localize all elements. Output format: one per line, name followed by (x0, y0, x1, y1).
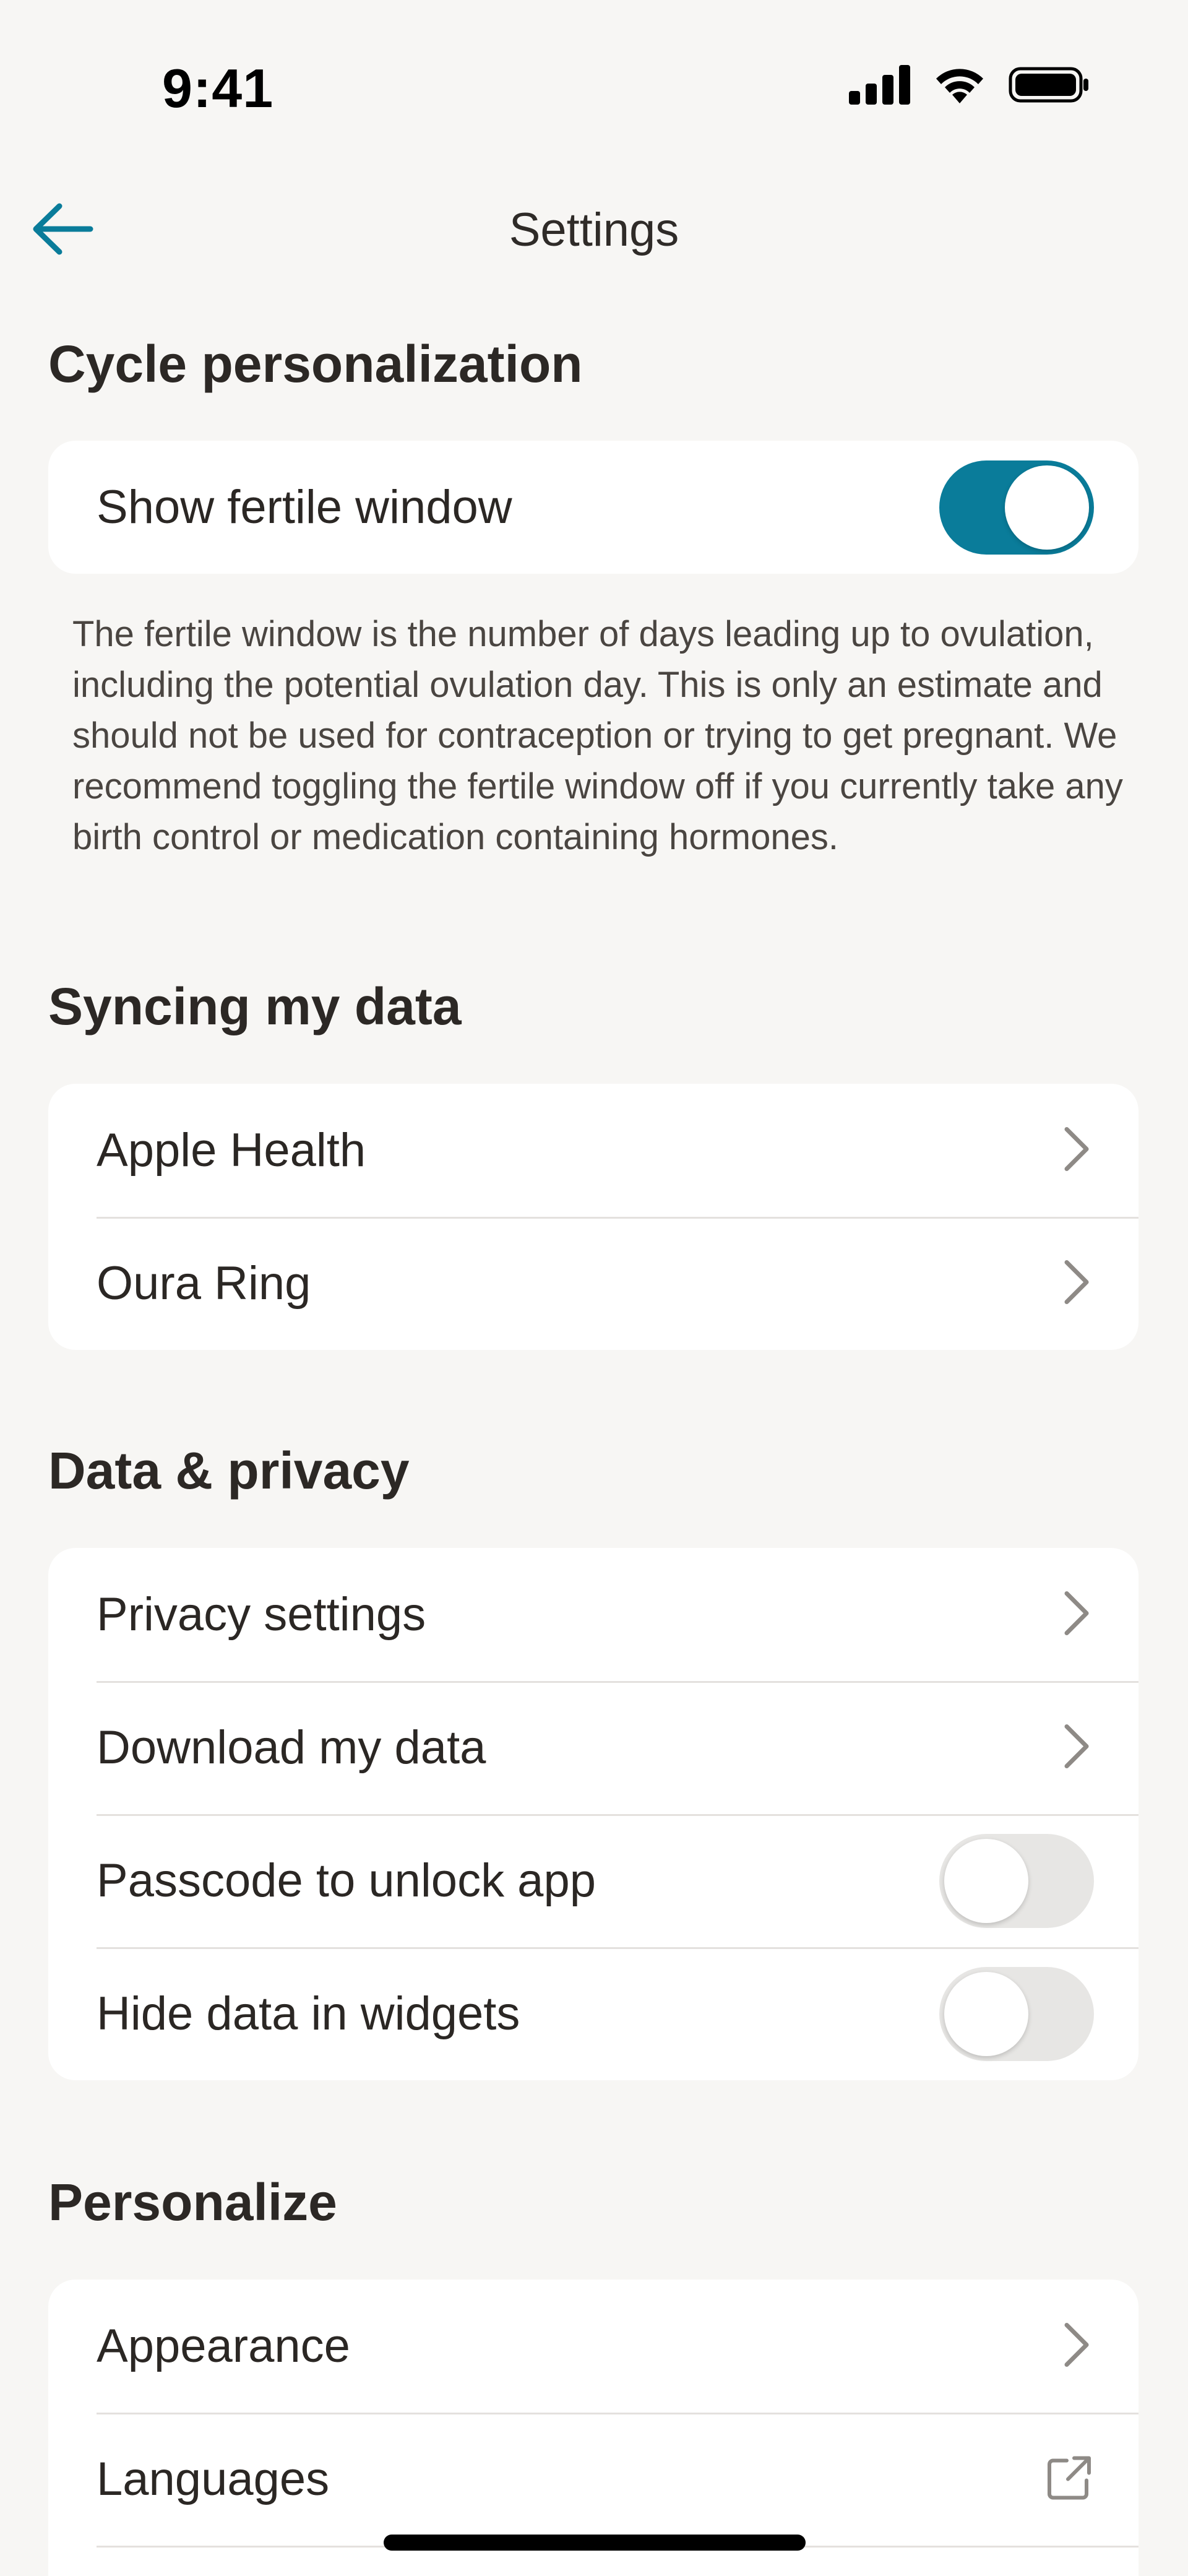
passcode-toggle[interactable] (939, 1833, 1094, 1928)
show-fertile-window-toggle[interactable] (939, 460, 1094, 555)
nav-bar: Settings (0, 186, 1188, 272)
section-title-cycle-personalization: Cycle personalization (48, 335, 583, 393)
toggle-knob (944, 1971, 1028, 2056)
wifi-icon (932, 65, 988, 108)
hide-data-in-widgets-toggle[interactable] (939, 1966, 1094, 2061)
show-fertile-window-row: Show fertile window (48, 441, 1138, 574)
external-link-icon (1044, 2453, 1094, 2505)
row-label: Download my data (97, 1721, 486, 1774)
hide-data-in-widgets-row: Hide data in widgets (48, 1947, 1138, 2080)
personalize-card: Appearance Languages (48, 2280, 1138, 2576)
apple-health-row[interactable]: Apple Health (48, 1084, 1138, 1217)
cycle-card: Show fertile window (48, 441, 1138, 574)
page-title: Settings (509, 204, 679, 256)
row-label: Passcode to unlock app (97, 1854, 596, 1907)
status-time: 9:41 (162, 58, 274, 119)
chevron-right-icon (1057, 1257, 1094, 1310)
download-my-data-row[interactable]: Download my data (48, 1681, 1138, 1814)
row-label: Apple Health (97, 1124, 366, 1177)
chevron-right-icon (1057, 2320, 1094, 2372)
battery-icon (1009, 65, 1089, 108)
chevron-right-icon (1057, 1588, 1094, 1641)
syncing-card: Apple Health Oura Ring (48, 1084, 1138, 1350)
cellular-signal-icon (849, 64, 911, 108)
passcode-row: Passcode to unlock app (48, 1814, 1138, 1947)
languages-row[interactable]: Languages (48, 2413, 1138, 2546)
chevron-right-icon (1057, 1124, 1094, 1177)
section-title-personalize: Personalize (48, 2173, 337, 2231)
toggle-knob (944, 1838, 1028, 1923)
privacy-settings-row[interactable]: Privacy settings (48, 1548, 1138, 1681)
row-label: Privacy settings (97, 1588, 426, 1641)
section-title-syncing-my-data: Syncing my data (48, 977, 462, 1035)
oura-ring-row[interactable]: Oura Ring (48, 1217, 1138, 1350)
row-label: Show fertile window (97, 481, 512, 534)
privacy-card: Privacy settings Download my data Passco… (48, 1548, 1138, 2080)
home-indicator (384, 2535, 806, 2551)
section-title-data-privacy: Data & privacy (48, 1441, 410, 1500)
row-label: Languages (97, 2453, 330, 2505)
row-label: Oura Ring (97, 1257, 311, 1310)
row-label: Hide data in widgets (97, 1987, 520, 2040)
row-label: Appearance (97, 2320, 350, 2372)
appearance-row[interactable]: Appearance (48, 2280, 1138, 2413)
status-bar: 9:41 (0, 0, 1188, 155)
status-icons (849, 64, 1089, 108)
toggle-knob (1005, 465, 1089, 550)
chevron-right-icon (1057, 1721, 1094, 1774)
fertile-window-description: The fertile window is the number of days… (72, 614, 1123, 857)
